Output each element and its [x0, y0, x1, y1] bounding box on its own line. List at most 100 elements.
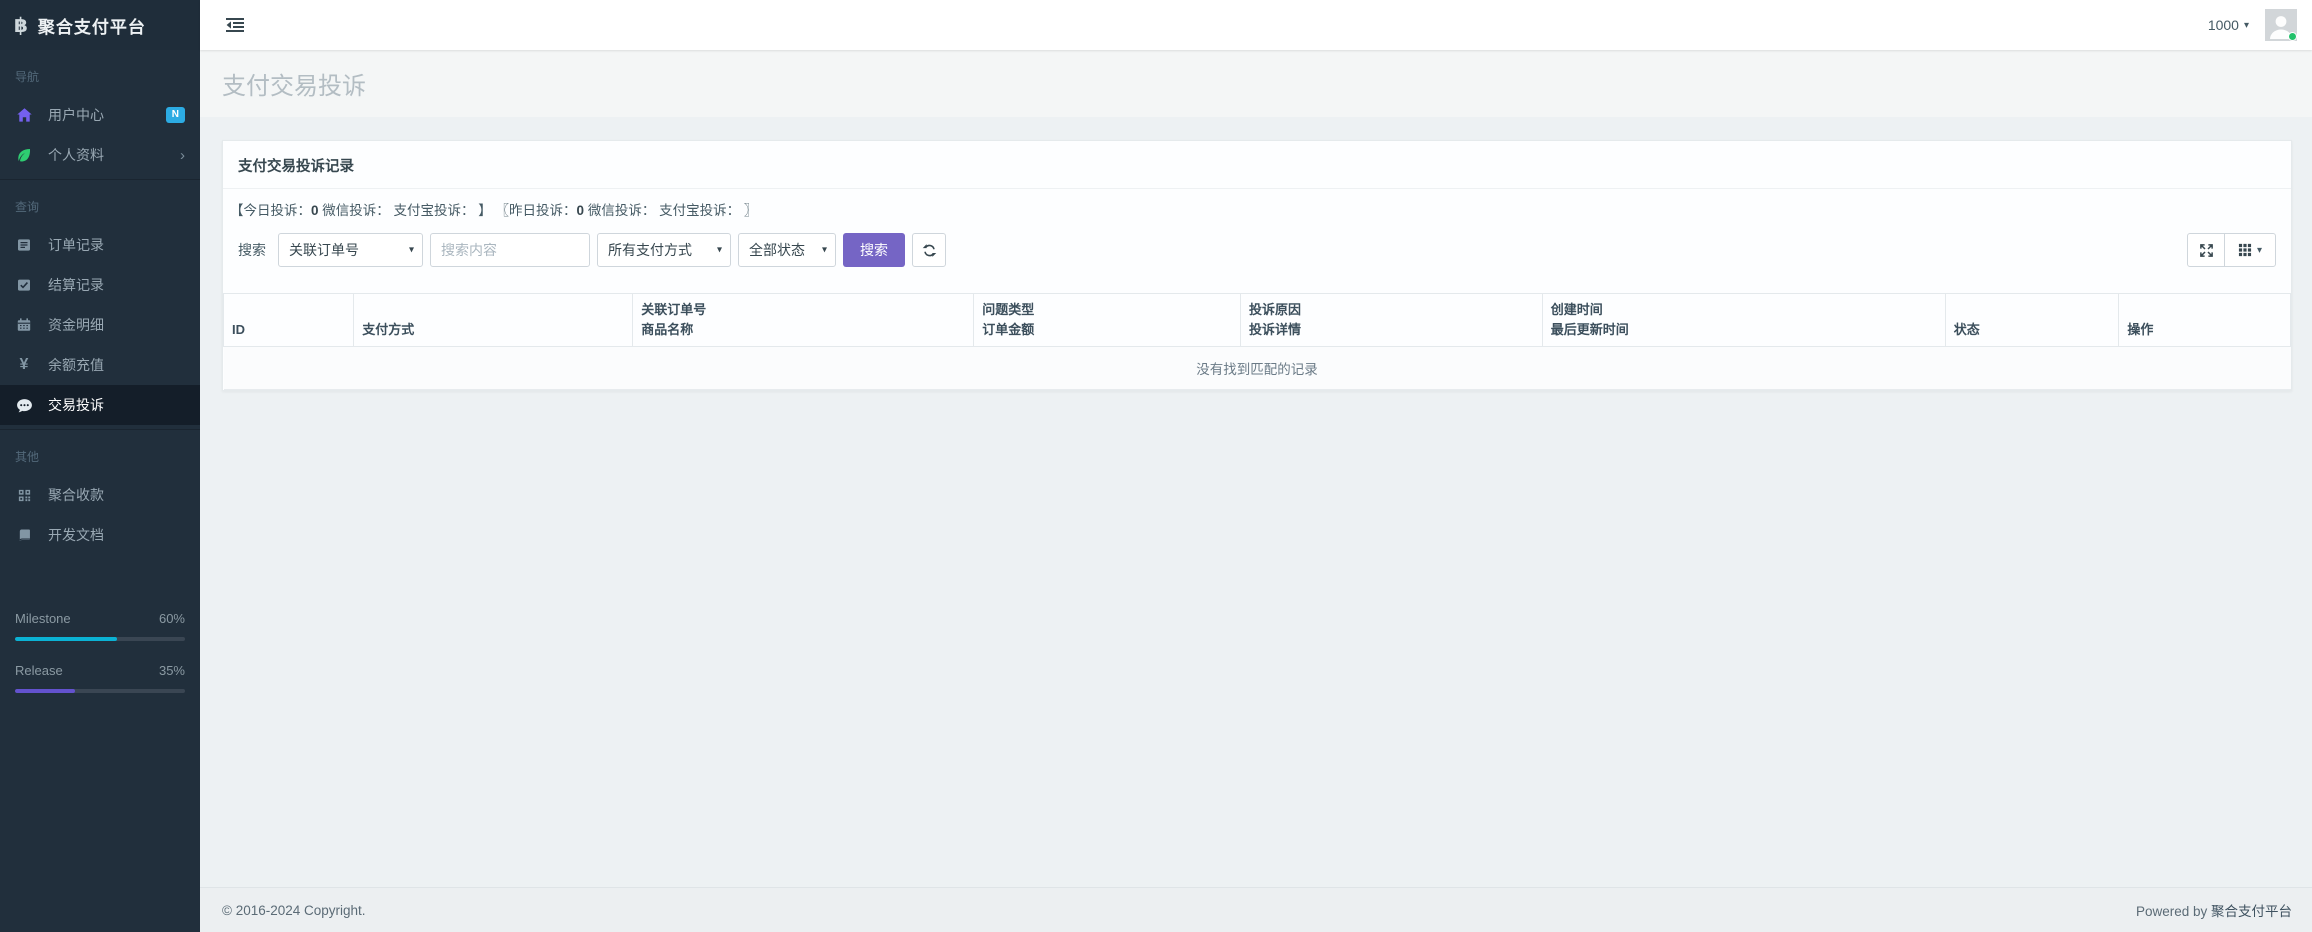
leaf-icon	[15, 146, 33, 164]
sidebar-item-user-center[interactable]: 用户中心 N	[0, 95, 200, 135]
nav-section-label: 其他	[0, 430, 200, 475]
sidebar-item-label: 用户中心	[48, 105, 104, 125]
sidebar-item-dev-docs[interactable]: 开发文档	[0, 515, 200, 555]
today-complaint-count: 0	[311, 203, 319, 218]
sidebar-item-balance-recharge[interactable]: ¥ 余额充值	[0, 345, 200, 385]
milestone-label: Milestone	[15, 611, 71, 626]
release-progressbar	[15, 689, 185, 693]
nav-section-navigation: 导航 用户中心 N 个人资料 ›	[0, 50, 200, 179]
sidebar-toggle-button[interactable]	[222, 12, 248, 38]
main-area: 1000 ▾ 支付交易投诉 支付交易投诉记录 【今日投诉：0 微信投诉： 支付宝…	[200, 0, 2312, 932]
sidebar-progress-zone: Milestone 60% Release 35%	[0, 589, 200, 693]
sidebar-item-fund-details[interactable]: 资金明细	[0, 305, 200, 345]
list-icon	[15, 236, 33, 254]
table-tools: ▾	[2187, 233, 2276, 267]
sidebar-item-aggregate-collection[interactable]: 聚合收款	[0, 475, 200, 515]
sidebar-item-transaction-complaints[interactable]: 交易投诉	[0, 385, 200, 425]
release-row: Release 35%	[15, 663, 185, 678]
fullscreen-button[interactable]	[2187, 233, 2225, 267]
release-label: Release	[15, 663, 63, 678]
empty-row: 没有找到匹配的记录	[224, 347, 2291, 390]
page-title: 支付交易投诉	[222, 66, 366, 101]
bitcoin-icon: ฿	[14, 13, 28, 38]
caret-down-icon: ▾	[2244, 20, 2249, 31]
today-stats-rest: 微信投诉： 支付宝投诉： 】	[319, 203, 492, 218]
yesterday-stats-open: 〖昨日投诉：	[496, 203, 577, 218]
powered-by: Powered by 聚合支付平台	[2136, 900, 2292, 920]
today-stats-open: 【今日投诉：	[230, 203, 311, 218]
search-input[interactable]	[430, 233, 590, 267]
table-toolbar: 搜索 关联订单号 ▾ 所有支付方式 ▾	[223, 223, 2291, 273]
milestone-progress-fill	[15, 637, 117, 641]
nav-section-label: 查询	[0, 180, 200, 225]
column-header-pay-method[interactable]: 支付方式	[354, 294, 633, 347]
milestone-progressbar	[15, 637, 185, 641]
column-header-issue-type[interactable]: 问题类型订单金额	[974, 294, 1241, 347]
column-header-order-no[interactable]: 关联订单号商品名称	[633, 294, 974, 347]
status-select-wrap: 全部状态 ▾	[738, 233, 836, 267]
sidebar-item-label: 开发文档	[48, 525, 104, 545]
release-value: 35%	[159, 663, 185, 678]
search-field-select-wrap: 关联订单号 ▾	[278, 233, 423, 267]
no-records-message: 没有找到匹配的记录	[224, 347, 2291, 390]
refresh-button[interactable]	[912, 233, 946, 267]
copyright-text: © 2016-2024 Copyright.	[222, 903, 366, 918]
nav-section-query: 查询 订单记录 结算记录 资金明细 ¥ 余额充值	[0, 179, 200, 429]
content-area: 支付交易投诉记录 【今日投诉：0 微信投诉： 支付宝投诉： 】 〖昨日投诉：0 …	[200, 117, 2312, 887]
complaints-table: ID 支付方式 关联订单号商品名称 问题类型订单金额 投诉原因投诉详情 创建时间…	[223, 293, 2291, 390]
column-header-complaint-reason[interactable]: 投诉原因投诉详情	[1240, 294, 1542, 347]
sidebar-item-label: 资金明细	[48, 315, 104, 335]
paytype-select[interactable]: 所有支付方式	[597, 233, 731, 267]
sidebar: ฿ 聚合支付平台 导航 用户中心 N 个人资料 › 查询	[0, 0, 200, 932]
sidebar-item-profile[interactable]: 个人资料 ›	[0, 135, 200, 175]
sidebar-item-label: 交易投诉	[48, 395, 104, 415]
indent-decrease-icon	[226, 18, 244, 32]
yen-icon: ¥	[15, 356, 33, 374]
sidebar-item-label: 结算记录	[48, 275, 104, 295]
release-progress-fill	[15, 689, 75, 693]
topbar-right: 1000 ▾	[2208, 9, 2297, 41]
qrcode-icon	[15, 486, 33, 504]
milestone-row: Milestone 60%	[15, 611, 185, 626]
paytype-select-wrap: 所有支付方式 ▾	[597, 233, 731, 267]
sidebar-item-settlement-records[interactable]: 结算记录	[0, 265, 200, 305]
fullscreen-icon	[2199, 243, 2214, 258]
footer: © 2016-2024 Copyright. Powered by 聚合支付平台	[200, 887, 2312, 932]
complaints-panel: 支付交易投诉记录 【今日投诉：0 微信投诉： 支付宝投诉： 】 〖昨日投诉：0 …	[222, 140, 2292, 391]
online-status-dot	[2288, 32, 2297, 41]
merchant-id: 1000	[2208, 17, 2239, 33]
column-header-status[interactable]: 状态	[1945, 294, 2119, 347]
sidebar-item-label: 余额充值	[48, 355, 104, 375]
caret-down-icon: ▾	[2257, 245, 2262, 256]
milestone-value: 60%	[159, 611, 185, 626]
sidebar-item-label: 订单记录	[48, 235, 104, 255]
sidebar-nav: 导航 用户中心 N 个人资料 › 查询 订	[0, 50, 200, 559]
home-icon	[15, 106, 33, 124]
powered-by-brand: 聚合支付平台	[2211, 904, 2292, 919]
column-header-actions[interactable]: 操作	[2119, 294, 2291, 347]
nav-section-other: 其他 聚合收款 开发文档	[0, 429, 200, 559]
complaint-stats: 【今日投诉：0 微信投诉： 支付宝投诉： 】 〖昨日投诉：0 微信投诉： 支付宝…	[223, 189, 2291, 223]
check-square-icon	[15, 276, 33, 294]
search-button[interactable]: 搜索	[843, 233, 905, 267]
book-icon	[15, 526, 33, 544]
search-field-select[interactable]: 关联订单号	[278, 233, 423, 267]
user-avatar[interactable]	[2265, 9, 2297, 41]
merchant-id-dropdown[interactable]: 1000 ▾	[2208, 17, 2249, 33]
nav-section-label: 导航	[0, 50, 200, 95]
page-header: 支付交易投诉	[200, 50, 2312, 117]
refresh-icon	[922, 243, 937, 258]
panel-title: 支付交易投诉记录	[223, 141, 2291, 189]
columns-button[interactable]: ▾	[2224, 233, 2276, 267]
brand[interactable]: ฿ 聚合支付平台	[0, 0, 200, 50]
table-header-row: ID 支付方式 关联订单号商品名称 问题类型订单金额 投诉原因投诉详情 创建时间…	[224, 294, 2291, 347]
status-select[interactable]: 全部状态	[738, 233, 836, 267]
column-header-create-time[interactable]: 创建时间最后更新时间	[1542, 294, 1945, 347]
comment-icon	[15, 396, 33, 414]
column-header-id[interactable]: ID	[224, 294, 354, 347]
yesterday-complaint-count: 0	[577, 203, 585, 218]
sidebar-item-order-records[interactable]: 订单记录	[0, 225, 200, 265]
calendar-icon	[15, 316, 33, 334]
yesterday-stats-rest: 微信投诉： 支付宝投诉： 〗	[584, 203, 757, 218]
powered-by-prefix: Powered by	[2136, 904, 2211, 919]
